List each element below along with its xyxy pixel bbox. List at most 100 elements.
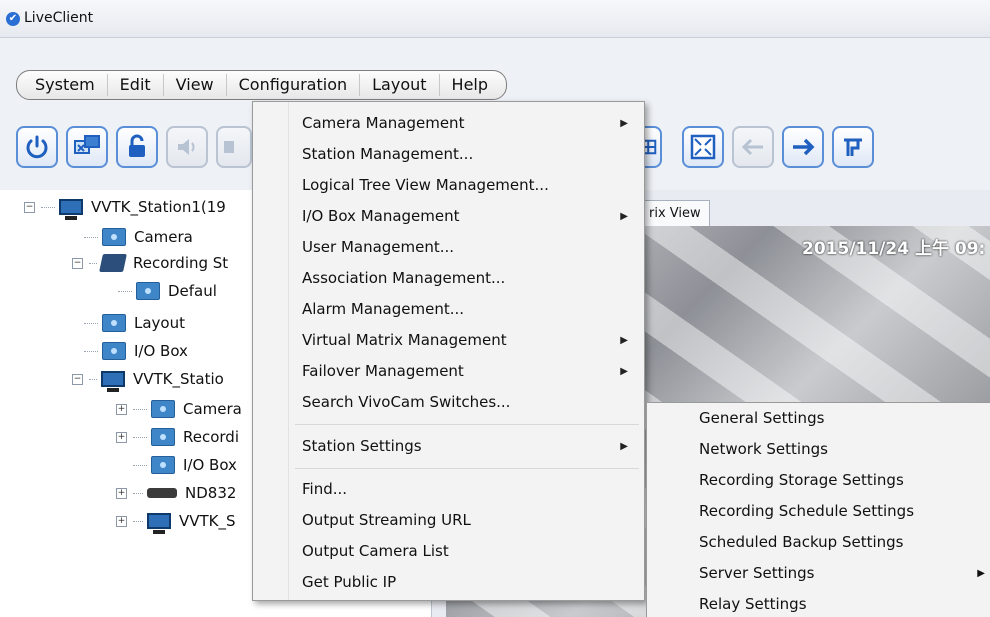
fullscreen-button[interactable] (682, 126, 724, 168)
menu-help[interactable]: Help (440, 74, 500, 96)
menu-item-get-public-ip[interactable]: Get Public IP (290, 569, 644, 596)
menu-item-logical-tree-view[interactable]: Logical Tree View Management... (290, 172, 644, 199)
collapse-icon[interactable]: − (24, 201, 35, 213)
power-button[interactable] (16, 126, 58, 168)
tree-node-nd832[interactable]: + ND832 (116, 480, 236, 506)
submenu-arrow-icon: ▶ (620, 335, 628, 346)
submenu-item-recording-schedule-settings[interactable]: Recording Schedule Settings (699, 496, 989, 527)
menu-edit[interactable]: Edit (108, 74, 164, 96)
configuration-menu: Camera Management ▶ Station Management...… (252, 101, 645, 601)
tree-node-layout[interactable]: Layout (84, 310, 185, 336)
video-timestamp: 2015/11/24 上午 09: (802, 239, 986, 259)
menu-item-station-management[interactable]: Station Management... (290, 141, 644, 168)
collapse-icon[interactable]: − (72, 373, 83, 385)
menu-item-io-box-management[interactable]: I/O Box Management ▶ (290, 203, 644, 230)
submenu-arrow-icon: ▶ (620, 441, 628, 452)
submenu-item-relay-settings[interactable]: Relay Settings (699, 589, 989, 617)
menu-item-find[interactable]: Find... (290, 476, 644, 503)
menu-item-output-streaming-url[interactable]: Output Streaming URL (290, 507, 644, 534)
expand-icon[interactable]: + (116, 431, 127, 443)
submenu-item-server-settings[interactable]: Server Settings ▶ (699, 558, 989, 589)
forward-button[interactable] (782, 126, 824, 168)
back-button[interactable] (732, 126, 774, 168)
menu-gutter (253, 102, 289, 600)
menu-item-user-management[interactable]: User Management... (290, 234, 644, 261)
window-title: LiveClient (24, 10, 94, 26)
tree-node-io-box[interactable]: I/O Box (84, 338, 188, 364)
tree-node-label: VVTK_Station1(19 (91, 198, 226, 216)
menu-item-failover-management[interactable]: Failover Management ▶ (290, 358, 644, 385)
fullscreen-icon (690, 134, 716, 160)
station-settings-submenu: General Settings Network Settings Record… (646, 402, 990, 617)
tree-node-recording-2[interactable]: + Recordi (116, 424, 239, 450)
menu-bar: System Edit View Configuration Layout He… (16, 70, 508, 100)
recorder-icon (147, 488, 177, 498)
expand-icon[interactable]: + (116, 515, 127, 527)
tree-node-station1[interactable]: − VVTK_Station1(19 (24, 194, 226, 220)
menu-system[interactable]: System (23, 74, 108, 96)
folder-icon (151, 456, 175, 474)
audio-button[interactable] (166, 126, 208, 168)
folder-icon (136, 282, 160, 300)
menu-item-camera-management[interactable]: Camera Management ▶ (290, 110, 644, 137)
submenu-item-general-settings[interactable]: General Settings (699, 403, 989, 434)
tree-node-label: Recordi (183, 428, 239, 446)
monitor-icon (147, 513, 171, 534)
partial-icon (224, 141, 234, 153)
menu-item-association-management[interactable]: Association Management... (290, 265, 644, 292)
submenu-item-scheduled-backup-settings[interactable]: Scheduled Backup Settings (699, 527, 989, 558)
submenu-item-recording-storage-settings[interactable]: Recording Storage Settings (699, 465, 989, 496)
speaker-icon (178, 139, 195, 155)
tree-node-station2[interactable]: − VVTK_Statio (72, 366, 224, 392)
app-logo-icon: ✔ (6, 12, 20, 26)
forward-arrow-icon (793, 138, 815, 156)
menu-configuration[interactable]: Configuration (227, 74, 361, 96)
tree-node-label: ND832 (185, 484, 237, 502)
tree-node-io-box-2[interactable]: I/O Box (133, 452, 237, 478)
menu-item-station-settings[interactable]: Station Settings ▶ (290, 433, 644, 460)
lock-button[interactable] (116, 126, 158, 168)
routing-icon (844, 138, 862, 156)
partial-button[interactable] (216, 126, 252, 168)
folder-icon (151, 400, 175, 418)
routing-button[interactable] (832, 126, 874, 168)
tree-node-vvtk-s[interactable]: + VVTK_S (116, 508, 236, 534)
tab-matrix-view[interactable]: rix View (640, 200, 710, 226)
folder-icon (102, 228, 126, 246)
collapse-icon[interactable]: − (72, 257, 83, 269)
tree-node-label: Defaul (168, 282, 217, 300)
menu-separator (295, 424, 639, 425)
tree-node-label: VVTK_Statio (133, 370, 224, 388)
tree-node-label: Recording St (133, 254, 229, 272)
recording-folder-icon (99, 254, 127, 272)
folder-icon (151, 428, 175, 446)
submenu-arrow-icon: ▶ (620, 366, 628, 377)
expand-icon[interactable]: + (116, 487, 127, 499)
remote-desktop-button[interactable] (66, 126, 108, 168)
tree-node-label: I/O Box (183, 456, 237, 474)
menu-item-output-camera-list[interactable]: Output Camera List (290, 538, 644, 565)
tree-node-camera[interactable]: Camera (84, 224, 193, 250)
tree-node-recording-storage[interactable]: − Recording St (72, 250, 228, 276)
submenu-arrow-icon: ▶ (620, 211, 628, 222)
tree-node-label: I/O Box (134, 342, 188, 360)
remote-desktop-icon (74, 135, 100, 154)
monitor-icon (59, 199, 83, 220)
menu-separator (295, 468, 639, 469)
folder-icon (102, 342, 126, 360)
menu-item-virtual-matrix-management[interactable]: Virtual Matrix Management ▶ (290, 327, 644, 354)
tree-node-camera-2[interactable]: + Camera (116, 396, 242, 422)
menu-item-alarm-management[interactable]: Alarm Management... (290, 296, 644, 323)
lock-icon (129, 134, 145, 157)
power-icon (26, 135, 48, 159)
folder-icon (102, 314, 126, 332)
expand-icon[interactable]: + (116, 403, 127, 415)
tree-node-label: VVTK_S (179, 512, 236, 530)
menu-view[interactable]: View (164, 74, 227, 96)
menu-item-search-vivocam[interactable]: Search VivoCam Switches... (290, 389, 644, 416)
submenu-arrow-icon: ▶ (620, 118, 628, 129)
submenu-item-network-settings[interactable]: Network Settings (699, 434, 989, 465)
tree-node-default[interactable]: Defaul (118, 278, 217, 304)
menu-layout[interactable]: Layout (360, 74, 440, 96)
monitor-icon (101, 371, 125, 392)
